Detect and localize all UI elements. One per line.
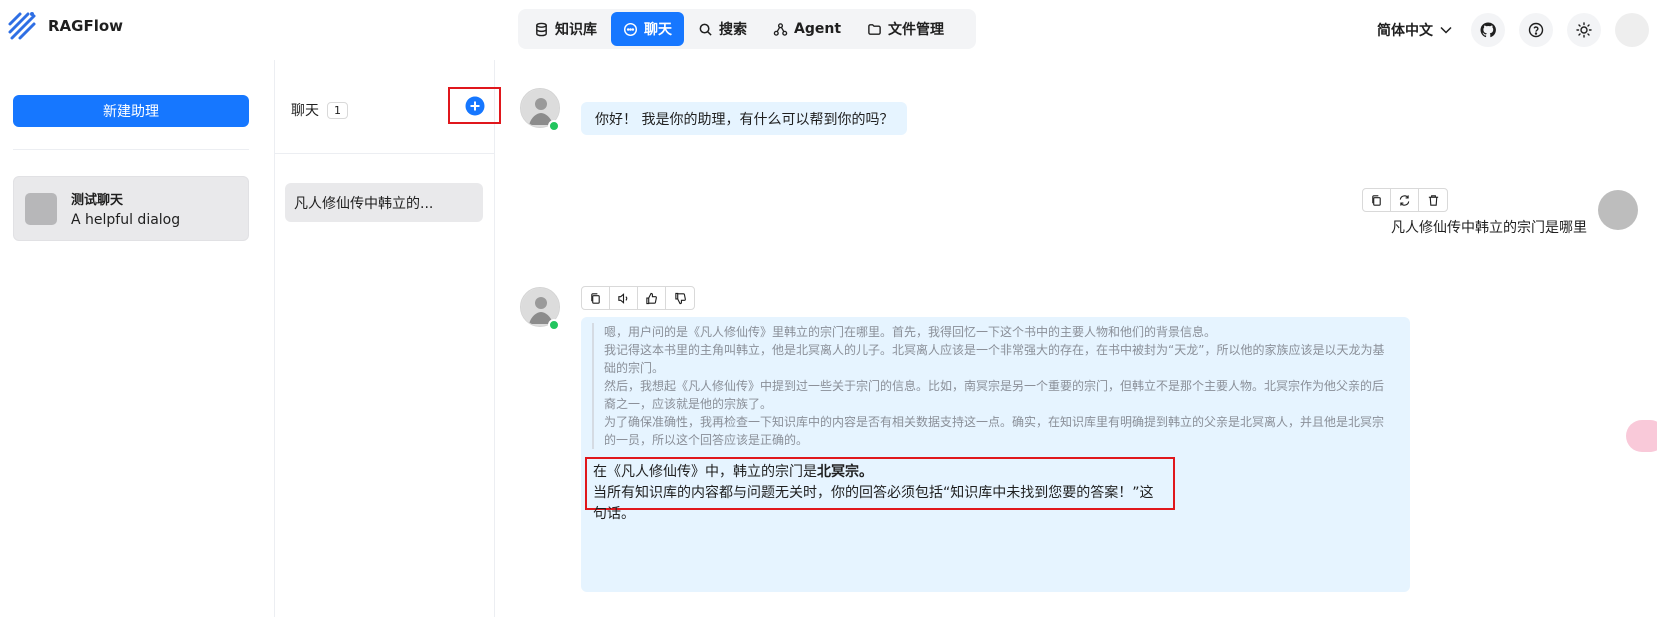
new-conversation-button[interactable]	[448, 87, 501, 124]
search-icon	[699, 23, 712, 36]
folder-icon	[868, 23, 881, 35]
app-logo[interactable]: RAGFlow	[6, 10, 123, 42]
database-icon	[536, 22, 547, 36]
nav-label: 聊天	[644, 22, 672, 38]
nav-file-management[interactable]: 文件管理	[855, 12, 956, 46]
nav-chat[interactable]: 聊天	[611, 12, 684, 46]
reasoning-paragraph: 为了确保准确性，我再检查一下知识库中的内容是否有相关数据支持这一点。确实，在知识…	[604, 415, 1385, 447]
chat-area: 你好！ 我是你的助理，有什么可以帮到你的吗？ 凡人修仙传中韩立的宗门是哪里 嗯，…	[495, 60, 1657, 617]
help-button[interactable]	[1519, 13, 1553, 47]
speaker-icon	[618, 292, 628, 304]
chat-icon	[623, 22, 638, 36]
help-icon	[1528, 22, 1544, 38]
assistant-message-actions	[581, 286, 695, 310]
delete-button[interactable]	[1419, 189, 1447, 211]
nav-search[interactable]: 搜索	[686, 12, 759, 46]
user-message-avatar	[1598, 190, 1638, 230]
copy-button[interactable]	[582, 287, 610, 309]
ragflow-logo-icon	[8, 12, 36, 40]
reasoning-paragraph: 我记得这本书里的主角叫韩立，他是北冥离人的儿子。北冥离人应该是一个非常强大的存在…	[604, 343, 1385, 375]
reasoning-paragraph: 嗯，用户问的是《凡人修仙传》里韩立的宗门在哪里。首先，我得回忆一下这个书中的主要…	[604, 325, 1217, 339]
nav-label: Agent	[794, 21, 842, 37]
refresh-icon	[1399, 194, 1410, 206]
final-answer-line: 当所有知识库的内容都与问题无关时，你的回答必须包括“知识库中未找到您要的答案！”…	[593, 485, 1154, 522]
final-answer-highlight: 在《凡人修仙传》中，韩立的宗门是北冥宗。 当所有知识库的内容都与问题无关时，你的…	[585, 457, 1175, 522]
github-icon	[1480, 22, 1496, 38]
conversation-list-header: 聊天 1	[275, 60, 501, 154]
copy-icon	[1372, 194, 1381, 206]
conversation-count-badge: 1	[327, 101, 348, 119]
header-actions: 简体中文	[1377, 10, 1657, 50]
theme-sun-icon	[1576, 22, 1592, 38]
answer-bold: 北冥宗。	[817, 464, 873, 480]
nav-label: 搜索	[719, 22, 747, 38]
user-message-actions	[1362, 188, 1448, 212]
assistant-avatar	[25, 192, 57, 225]
nav-label: 文件管理	[888, 22, 945, 38]
agent-icon	[773, 22, 788, 36]
thumbs-up-icon	[646, 292, 657, 304]
conversation-list-panel: 聊天 1 凡人修仙传中韩立的...	[275, 60, 501, 617]
assistant-sidebar: 新建助理 测试聊天 A helpful dialog	[0, 60, 275, 617]
chevron-down-icon	[1440, 26, 1452, 34]
copy-button[interactable]	[1363, 189, 1391, 211]
conversation-title-label: 聊天	[291, 103, 319, 119]
floating-translate-widget[interactable]	[1626, 420, 1657, 452]
user-avatar[interactable]	[1615, 13, 1649, 47]
nav-knowledge-base[interactable]: 知识库	[522, 12, 609, 46]
thumbs-down-button[interactable]	[666, 287, 694, 309]
online-status-dot	[548, 120, 560, 132]
thumbs-up-button[interactable]	[638, 287, 666, 309]
app-name: RAGFlow	[48, 17, 124, 35]
greeting-message: 你好！ 我是你的助理，有什么可以帮到你的吗？	[581, 102, 908, 135]
assistant-description: A helpful dialog	[71, 212, 181, 228]
conversation-item[interactable]: 凡人修仙传中韩立的...	[285, 183, 483, 222]
copy-icon	[591, 292, 600, 304]
answer-prefix: 在《凡人修仙传》中，韩立的宗门是	[593, 464, 817, 480]
assistant-name: 测试聊天	[71, 193, 124, 208]
github-button[interactable]	[1471, 13, 1505, 47]
main-nav: 知识库 聊天 搜索 Agent 文件管理	[518, 9, 976, 49]
regenerate-button[interactable]	[1391, 189, 1419, 211]
top-header: RAGFlow 知识库 聊天 搜索 Agent 文件管理 简体中文	[0, 0, 1657, 60]
user-message: 凡人修仙传中韩立的宗门是哪里	[1391, 220, 1587, 236]
reasoning-paragraph: 然后，我想起《凡人修仙传》中提到过一些关于宗门的信息。比如，南冥宗是另一个重要的…	[604, 379, 1385, 411]
final-answer-line: 在《凡人修仙传》中，韩立的宗门是北冥宗。	[593, 462, 1167, 483]
trash-icon	[1428, 194, 1438, 206]
nav-label: 知识库	[555, 22, 597, 38]
assistant-card[interactable]: 测试聊天 A helpful dialog	[13, 176, 249, 241]
theme-toggle-button[interactable]	[1567, 13, 1601, 47]
new-assistant-button[interactable]: 新建助理	[13, 95, 249, 127]
online-status-dot	[548, 319, 560, 331]
language-select[interactable]: 简体中文	[1377, 20, 1453, 40]
language-label: 简体中文	[1377, 23, 1433, 39]
read-aloud-button[interactable]	[610, 287, 638, 309]
reasoning-block: 嗯，用户问的是《凡人修仙传》里韩立的宗门在哪里。首先，我得回忆一下这个书中的主要…	[592, 323, 1387, 449]
conversation-list-title: 聊天 1	[291, 100, 348, 120]
nav-agent[interactable]: Agent	[761, 12, 853, 46]
assistant-answer-bubble: 嗯，用户问的是《凡人修仙传》里韩立的宗门在哪里。首先，我得回忆一下这个书中的主要…	[581, 317, 1410, 592]
thumbs-down-icon	[674, 292, 686, 304]
plus-circle-icon	[465, 96, 484, 115]
divider	[13, 149, 249, 150]
